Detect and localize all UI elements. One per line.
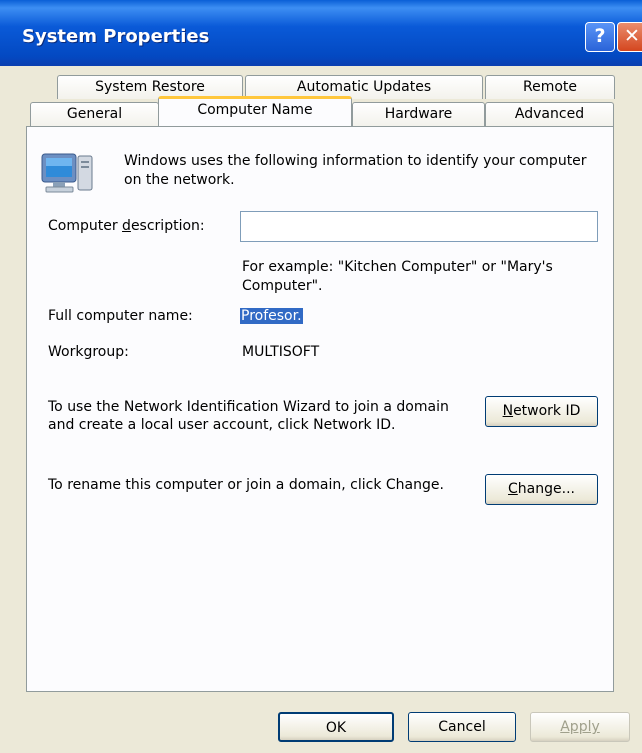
full-computer-name-value[interactable]: Profesor.	[240, 308, 303, 324]
apply-button[interactable]: Apply	[530, 712, 630, 742]
help-icon[interactable]: ?	[585, 22, 615, 52]
computer-description-input[interactable]	[240, 211, 598, 242]
intro-text: Windows uses the following information t…	[124, 153, 587, 188]
full-computer-name-label: Full computer name:	[48, 308, 193, 324]
change-text: To rename this computer or join a domain…	[48, 477, 444, 493]
tab-hardware[interactable]: Hardware	[352, 102, 485, 126]
tab-advanced[interactable]: Advanced	[485, 102, 614, 126]
computer-icon	[41, 153, 93, 193]
change-button[interactable]: Change...	[485, 474, 598, 505]
full-computer-name-selection: Profesor.	[240, 308, 303, 324]
workgroup-label: Workgroup:	[48, 344, 129, 360]
workgroup-value: MULTISOFT	[242, 344, 320, 360]
cancel-button[interactable]: Cancel	[408, 712, 516, 742]
network-id-text: To use the Network Identification Wizard…	[48, 399, 449, 433]
tab-computer-name[interactable]: Computer Name	[158, 96, 352, 126]
title-bar[interactable]: System Properties ? ✕	[0, 0, 642, 66]
close-icon[interactable]: ✕	[617, 22, 642, 52]
tab-general[interactable]: General	[30, 102, 159, 126]
tab-remote[interactable]: Remote	[485, 75, 615, 99]
network-id-button[interactable]: Network ID	[485, 396, 598, 427]
ok-button[interactable]: OK	[278, 712, 394, 742]
computer-description-label: Computer description:	[48, 218, 205, 234]
example-text: For example: "Kitchen Computer" or "Mary…	[242, 259, 553, 294]
window-title: System Properties	[22, 26, 210, 47]
